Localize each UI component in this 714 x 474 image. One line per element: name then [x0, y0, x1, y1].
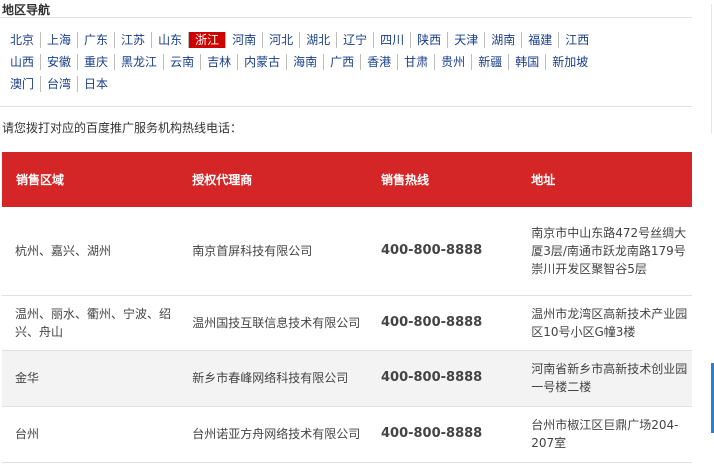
divider — [0, 17, 692, 18]
agent-cell: 温州国技互联信息技术有限公司 — [192, 295, 381, 350]
address-cell: 温州市龙湾区高新技术产业园区10号小区G幢3楼 — [531, 295, 692, 350]
region-link[interactable]: 广西 — [324, 54, 362, 70]
phone-cell: 400-800-8888 — [381, 295, 531, 350]
region-link[interactable]: 湖北 — [300, 32, 338, 48]
phone-cell: 400-800-8888 — [381, 406, 531, 462]
address-text: 温州市龙湾区高新技术产业园区10号小区G幢3楼 — [531, 306, 688, 339]
table-row: 杭州、嘉兴、湖州 南京首屏科技有限公司 400-800-8888 南京市中山东路… — [2, 207, 692, 295]
address-cell: 台州市椒江区巨鼎广场204-207室 — [531, 406, 692, 462]
region-link[interactable]: 澳门 — [4, 76, 42, 92]
phone-cell: 400-800-8888 — [381, 350, 531, 406]
region-link[interactable]: 江苏 — [115, 32, 153, 48]
region-link[interactable]: 河北 — [263, 32, 301, 48]
agent-cell: 台州诺亚方舟网络技术有限公司 — [192, 406, 381, 462]
region-row: 山西 安徽 重庆 黑龙江 云南 吉林 内蒙古 海南 广西 香港 甘肃 贵州 新疆 韩国 新加坡 — [4, 51, 694, 73]
region-link[interactable]: 新疆 — [472, 54, 510, 70]
region-link[interactable]: 内蒙古 — [238, 54, 288, 70]
phone-cell: 400-800-8888 — [381, 207, 531, 295]
right-edge-divider — [711, 4, 712, 134]
region-link[interactable]: 湖南 — [485, 32, 523, 48]
region-link[interactable]: 河南 — [226, 32, 264, 48]
region-row: 澳门 台湾 日本 — [4, 73, 694, 95]
phone-text: 400-800-8888 — [380, 242, 483, 258]
phone-text: 400-800-8888 — [380, 314, 483, 330]
table-row: 温州、丽水、衢州、宁波、绍兴、舟山 温州国技互联信息技术有限公司 400-800… — [2, 295, 692, 350]
agent-cell: 南京首屏科技有限公司 — [192, 207, 381, 295]
hotline-prompt: 请您拨打对应的百度推广服务机构热线电话： — [2, 121, 243, 135]
area-cell: 台州 — [2, 406, 192, 462]
region-link[interactable]: 海南 — [287, 54, 325, 70]
region-link[interactable]: 台湾 — [41, 76, 79, 92]
region-link[interactable]: 黑龙江 — [115, 54, 165, 70]
region-link[interactable]: 江西 — [559, 32, 595, 48]
area-cell: 杭州、嘉兴、湖州 — [2, 207, 192, 295]
agent-text: 台州诺亚方舟网络技术有限公司 — [192, 427, 361, 441]
region-link[interactable]: 安徽 — [41, 54, 79, 70]
column-header-address: 地址 — [531, 152, 692, 207]
address-cell: 南京市中山东路472号丝绸大厦3层/南通市跃龙南路179号崇川开发区聚智谷5层 — [531, 207, 692, 295]
region-link[interactable]: 日本 — [78, 76, 114, 92]
phone-text: 400-800-8888 — [380, 426, 483, 441]
address-text: 台州市椒江区巨鼎广场204-207室 — [531, 418, 679, 450]
area-cell: 温州、丽水、衢州、宁波、绍兴、舟山 — [2, 295, 192, 350]
table-header-row: 销售区域 授权代理商 销售热线 地址 — [2, 152, 692, 207]
region-link[interactable]: 韩国 — [509, 54, 547, 70]
region-nav: 北京 上海 广东 江苏 山东 浙江 河南 河北 湖北 辽宁 四川 陕西 天津 湖南 福建 江西 山西 安徽 重庆黑… — [4, 29, 694, 95]
region-link[interactable]: 吉林 — [201, 54, 239, 70]
address-text: 南京市中山东路472号丝绸大厦3层/南通市跃龙南路179号崇川开发区聚智谷5层 — [531, 225, 687, 276]
region-link[interactable]: 上海 — [41, 32, 79, 48]
region-link[interactable]: 新加坡 — [546, 54, 594, 70]
region-link[interactable]: 辽宁 — [337, 32, 375, 48]
region-link[interactable]: 重庆 — [78, 54, 116, 70]
area-text: 温州、丽水、衢州、宁波、绍兴、舟山 — [15, 306, 172, 339]
table-row: 台州 台州诺亚方舟网络技术有限公司 400-800-8888 台州市椒江区巨鼎广… — [2, 406, 692, 462]
region-link[interactable]: 四川 — [374, 32, 412, 48]
region-link[interactable]: 山东 — [152, 32, 190, 48]
region-link[interactable]: 广东 — [78, 32, 116, 48]
region-link[interactable]: 山西 — [4, 54, 42, 70]
region-link[interactable]: 北京 — [4, 32, 42, 48]
column-header-agent: 授权代理商 — [192, 152, 381, 207]
agent-text: 南京首屏科技有限公司 — [192, 243, 313, 258]
region-link[interactable]: 浙江 — [189, 32, 227, 48]
region-link[interactable]: 陕西 — [411, 32, 449, 48]
region-link[interactable]: 云南 — [164, 54, 202, 70]
agent-text: 温州国技互联信息技术有限公司 — [192, 315, 361, 330]
region-link[interactable]: 天津 — [448, 32, 486, 48]
agent-table: 销售区域 授权代理商 销售热线 地址 杭州、嘉兴、湖州 南京首屏科技有限公司 4… — [2, 152, 692, 463]
region-link[interactable]: 贵州 — [435, 54, 473, 70]
agent-text: 新乡市春峰网络科技有限公司 — [192, 371, 349, 385]
table-row: 金华 新乡市春峰网络科技有限公司 400-800-8888 河南省新乡市高新技术… — [2, 350, 692, 406]
agent-cell: 新乡市春峰网络科技有限公司 — [192, 350, 381, 406]
phone-text: 400-800-8888 — [380, 370, 483, 385]
address-cell: 河南省新乡市高新技术创业园一号楼二楼 — [531, 350, 692, 406]
area-cell: 金华 — [2, 350, 192, 406]
section-title: 地区导航 — [2, 3, 51, 17]
area-text: 金华 — [15, 371, 40, 385]
divider — [0, 106, 692, 107]
column-header-area: 销售区域 — [2, 152, 193, 207]
area-text: 台州 — [15, 427, 40, 441]
region-link[interactable]: 甘肃 — [398, 54, 436, 70]
region-row: 北京 上海 广东 江苏 山东 浙江 河南 河北 湖北 辽宁 四川 陕西 天津 湖南 福建 江西 — [4, 29, 694, 51]
region-link[interactable]: 福建 — [522, 32, 560, 48]
region-link[interactable]: 香港 — [361, 54, 399, 70]
column-header-phone: 销售热线 — [380, 152, 532, 207]
area-text: 杭州、嘉兴、湖州 — [15, 243, 112, 258]
address-text: 河南省新乡市高新技术创业园一号楼二楼 — [531, 362, 688, 394]
